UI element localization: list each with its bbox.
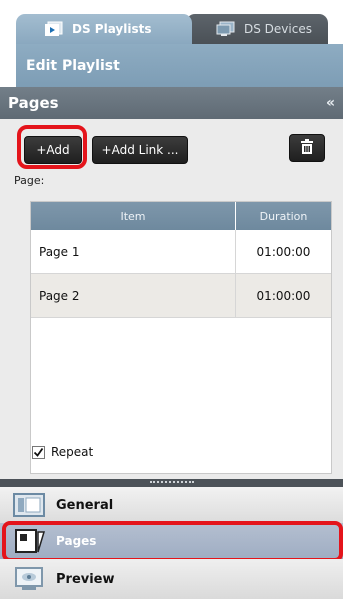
add-link-button[interactable]: +Add Link ... [92,136,188,164]
row-item: Page 2 [39,288,80,303]
nav-item-pages-label: Pages [56,534,97,548]
table-row[interactable]: Page 2 01:00:00 [31,274,331,318]
tab-ds-playlists-label: DS Playlists [72,22,152,36]
pages-section-header: Pages « [0,87,343,119]
column-header-duration[interactable]: Duration [235,202,331,230]
row-item: Page 1 [39,244,80,259]
nav-item-pages[interactable]: Pages [0,523,343,559]
row-duration: 01:00:00 [235,274,331,317]
repeat-label: Repeat [51,445,94,459]
column-header-item[interactable]: Item [31,202,235,230]
nav-item-preview-label: Preview [56,571,115,587]
layout-icon [12,492,46,518]
nav-item-general-label: General [56,497,114,513]
trash-icon [299,138,315,158]
table-header: Item Duration [31,202,331,230]
nav-item-preview[interactable]: Preview [0,559,343,599]
page-label: Page: [14,174,45,187]
collapse-icon[interactable]: « [326,95,335,111]
preview-icon [12,566,46,592]
repeat-option: Repeat [32,445,93,459]
edit-playlist-header: Edit Playlist [16,44,343,87]
add-page-button[interactable]: +Add [24,136,82,164]
page-title: Edit Playlist [26,57,120,74]
panel-splitter[interactable] [0,479,343,487]
page-icon [12,528,46,554]
tab-ds-devices[interactable]: DS Devices [186,14,328,44]
row-duration: 01:00:00 [235,230,331,273]
tab-ds-devices-label: DS Devices [244,22,312,36]
repeat-checkbox[interactable] [32,445,45,459]
splitter-grip [149,481,194,485]
tab-ds-playlists[interactable]: DS Playlists [16,14,192,44]
pages-panel: +Add +Add Link ... Page: Item Duration P… [0,119,343,479]
delete-button[interactable] [289,134,325,162]
table-row[interactable]: Page 1 01:00:00 [31,230,331,274]
playlist-icon [44,21,64,37]
monitor-icon [216,21,236,37]
nav-item-general[interactable]: General [0,487,343,523]
pages-section-title: Pages [8,94,59,112]
pages-table: Item Duration Page 1 01:00:00 Page 2 01:… [30,201,332,474]
tab-bar: DS Devices DS Playlists [0,0,343,44]
